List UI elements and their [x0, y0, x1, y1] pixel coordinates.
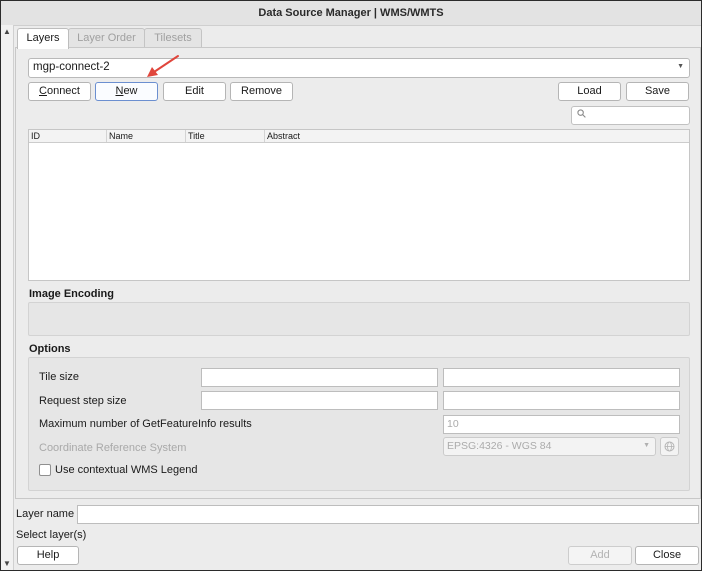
crs-select[interactable]: EPSG:4326 - WGS 84 ▼	[443, 437, 656, 456]
tab-layer-order[interactable]: Layer Order	[68, 28, 145, 48]
column-header-title[interactable]: Title	[186, 130, 265, 142]
column-header-abstract[interactable]: Abstract	[265, 130, 689, 142]
layer-name-label: Layer name	[16, 508, 75, 520]
image-encoding-group	[28, 302, 690, 336]
step-height-input[interactable]	[443, 391, 680, 410]
layers-table-header: ID Name Title Abstract	[29, 130, 689, 143]
select-layers-status: Select layer(s)	[16, 529, 87, 541]
tab-tilesets[interactable]: Tilesets	[144, 28, 202, 48]
connect-button[interactable]: Connect	[28, 82, 91, 101]
scroll-up-icon[interactable]: ▲	[3, 27, 11, 36]
tile-size-label: Tile size	[39, 371, 79, 383]
connection-select-value: mgp-connect-2	[33, 61, 110, 73]
new-button[interactable]: New	[95, 82, 158, 101]
scroll-down-icon[interactable]: ▼	[3, 559, 11, 568]
chevron-down-icon: ▼	[677, 63, 684, 70]
image-encoding-heading: Image Encoding	[29, 288, 114, 300]
chevron-down-icon: ▼	[643, 442, 650, 449]
layer-name-input[interactable]	[77, 505, 699, 524]
data-source-manager-window: Data Source Manager | WMS/WMTS ▲ ▼ Layer…	[0, 0, 702, 571]
title-bar: Data Source Manager | WMS/WMTS	[1, 1, 701, 26]
tile-height-input[interactable]	[443, 368, 680, 387]
layer-search-input[interactable]	[571, 106, 690, 125]
tile-width-input[interactable]	[201, 368, 438, 387]
contextual-legend-checkbox[interactable]	[39, 464, 51, 476]
remove-button[interactable]: Remove	[230, 82, 293, 101]
column-header-name[interactable]: Name	[107, 130, 186, 142]
tab-layers[interactable]: Layers	[17, 28, 69, 49]
contextual-legend-label[interactable]: Use contextual WMS Legend	[55, 464, 197, 476]
request-step-size-label: Request step size	[39, 395, 127, 407]
options-group: Tile size Request step size Maximum numb…	[28, 357, 690, 491]
save-button[interactable]: Save	[626, 82, 689, 101]
layers-table[interactable]: ID Name Title Abstract	[28, 129, 690, 281]
crs-select-value: EPSG:4326 - WGS 84	[447, 440, 552, 452]
globe-icon	[664, 441, 675, 452]
edit-button[interactable]: Edit	[163, 82, 226, 101]
layers-tab-pane: mgp-connect-2 ▼ Connect New Edit Remove …	[15, 47, 701, 499]
search-icon	[577, 109, 586, 118]
max-getfeatureinfo-input[interactable]: 10	[443, 415, 680, 434]
window-title: Data Source Manager | WMS/WMTS	[258, 7, 444, 19]
options-heading: Options	[29, 343, 71, 355]
help-button[interactable]: Help	[17, 546, 79, 565]
column-header-id[interactable]: ID	[29, 130, 107, 142]
step-width-input[interactable]	[201, 391, 438, 410]
max-getfeatureinfo-value: 10	[447, 418, 459, 430]
load-button[interactable]: Load	[558, 82, 621, 101]
crs-label: Coordinate Reference System	[39, 442, 187, 454]
add-button[interactable]: Add	[568, 546, 632, 565]
crs-selector-button[interactable]	[660, 437, 679, 456]
connection-select[interactable]: mgp-connect-2 ▼	[28, 58, 690, 78]
left-scrollbar[interactable]: ▲ ▼	[1, 25, 14, 570]
close-button[interactable]: Close	[635, 546, 699, 565]
max-getfeatureinfo-label: Maximum number of GetFeatureInfo results	[39, 418, 252, 430]
